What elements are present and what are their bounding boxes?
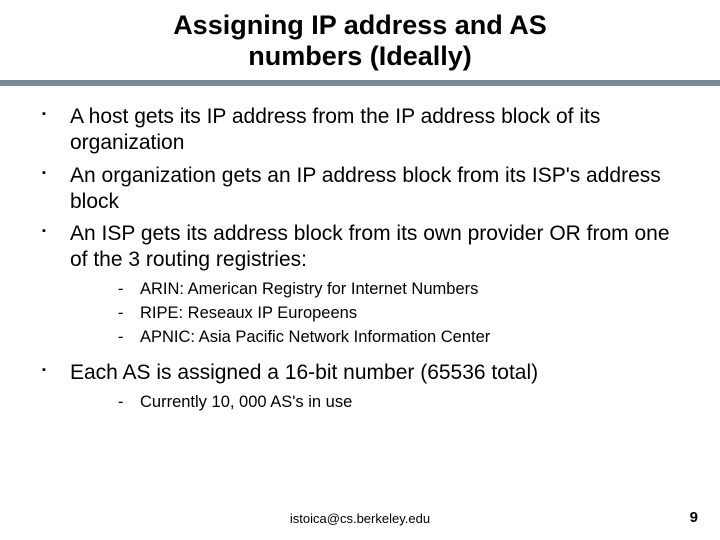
sub-bullet-text: Currently 10, 000 AS's in use xyxy=(140,393,352,411)
title-line-2: numbers (Ideally) xyxy=(248,41,472,71)
bullet-text: Each AS is assigned a 16-bit number (655… xyxy=(70,361,538,384)
sub-bullet-item: Currently 10, 000 AS's in use xyxy=(70,391,692,415)
slide: Assigning IP address and AS numbers (Ide… xyxy=(0,0,720,540)
slide-title: Assigning IP address and AS numbers (Ide… xyxy=(0,0,720,80)
title-underline xyxy=(0,80,720,86)
bullet-text: An organization gets an IP address block… xyxy=(70,164,661,213)
sub-bullet-item: APNIC: Asia Pacific Network Information … xyxy=(70,326,692,350)
sub-bullet-list: Currently 10, 000 AS's in use xyxy=(70,391,692,415)
bullet-item: Each AS is assigned a 16-bit number (655… xyxy=(28,360,692,425)
bullet-item: An ISP gets its address block from its o… xyxy=(28,221,692,360)
sub-bullet-item: ARIN: American Registry for Internet Num… xyxy=(70,278,692,302)
bullet-item: A host gets its IP address from the IP a… xyxy=(28,104,692,163)
sub-bullet-list: ARIN: American Registry for Internet Num… xyxy=(70,278,692,351)
bullet-text: A host gets its IP address from the IP a… xyxy=(70,105,600,154)
bullet-item: An organization gets an IP address block… xyxy=(28,163,692,222)
sub-bullet-item: RIPE: Reseaux IP Europeens xyxy=(70,302,692,326)
content-area: A host gets its IP address from the IP a… xyxy=(0,104,720,425)
bullet-text: An ISP gets its address block from its o… xyxy=(70,222,670,271)
footer-email: istoica@cs.berkeley.edu xyxy=(0,511,720,526)
title-line-1: Assigning IP address and AS xyxy=(173,10,547,40)
footer-page-number: 9 xyxy=(690,509,698,526)
sub-bullet-text: RIPE: Reseaux IP Europeens xyxy=(140,304,357,322)
sub-bullet-text: ARIN: American Registry for Internet Num… xyxy=(140,280,478,298)
sub-bullet-text: APNIC: Asia Pacific Network Information … xyxy=(140,328,490,346)
bullet-list: A host gets its IP address from the IP a… xyxy=(28,104,692,425)
